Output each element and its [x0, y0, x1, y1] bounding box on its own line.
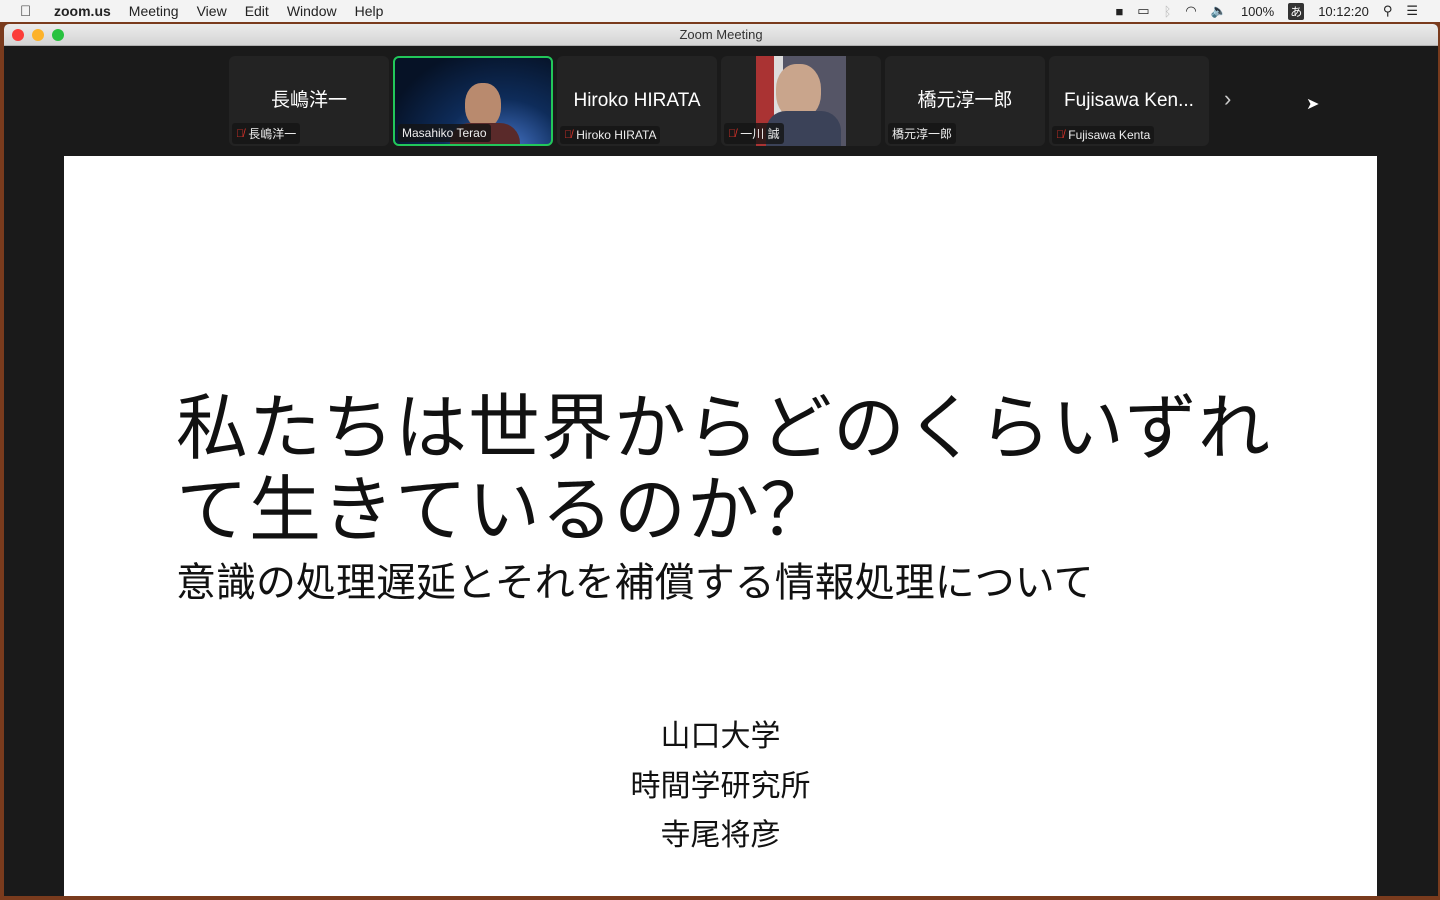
menu-help[interactable]: Help	[355, 3, 384, 19]
slide-affiliation-university: 山口大学	[660, 720, 781, 753]
participant-tile[interactable]: 橋元淳一郎 橋元淳一郎	[885, 56, 1045, 146]
participant-tile[interactable]: Fujisawa Ken... 🎙̸ Fujisawa Kenta	[1049, 56, 1209, 146]
wifi-icon[interactable]: ◠	[1185, 3, 1196, 19]
slide-author: 寺尾将彦	[660, 819, 781, 852]
participant-tile[interactable]: 長嶋洋一 🎙̸ 長嶋洋一	[229, 56, 389, 146]
participant-tile[interactable]: 🎙̸ 一川 誠	[721, 56, 881, 146]
name-label: 橋元淳一郎	[888, 123, 957, 144]
menu-meeting[interactable]: Meeting	[129, 3, 179, 19]
muted-mic-icon: 🎙̸	[1056, 129, 1065, 141]
next-page-chevron-icon[interactable]: ›	[1224, 86, 1231, 112]
participant-tile-active-speaker[interactable]: Masahiko Terao	[393, 56, 553, 146]
name-label: 🎙̸ Hiroko HIRATA	[560, 126, 661, 144]
input-method-icon[interactable]: あ	[1288, 2, 1305, 20]
battery-percent[interactable]: 100%	[1241, 4, 1274, 19]
participant-name: Masahiko Terao	[402, 126, 487, 140]
spotlight-search-icon[interactable]: ⚲	[1383, 3, 1393, 19]
participant-name: Fujisawa Kenta	[1068, 128, 1151, 142]
name-label: 🎙̸ 長嶋洋一	[232, 123, 301, 144]
participant-tile[interactable]: Hiroko HIRATA 🎙̸ Hiroko HIRATA	[557, 56, 717, 146]
participant-name: Hiroko HIRATA	[576, 128, 657, 142]
menu-edit[interactable]: Edit	[245, 3, 269, 19]
clock[interactable]: 10:12:20	[1318, 4, 1369, 19]
name-label: 🎙̸ Fujisawa Kenta	[1052, 126, 1155, 144]
muted-mic-icon: 🎙̸	[236, 127, 245, 140]
shared-screen-slide: 私たちは世界からどのくらいずれて生きているのか？ 意識の処理遅延とそれを補償する…	[64, 156, 1377, 896]
participant-name: 一川 誠	[740, 127, 780, 141]
participant-video	[465, 83, 501, 128]
window-title: Zoom Meeting	[679, 27, 763, 42]
participant-name: 長嶋洋一	[248, 127, 297, 141]
airplay-icon[interactable]: ▭	[1137, 3, 1149, 19]
menu-app[interactable]: zoom.us	[54, 3, 111, 19]
mouse-cursor-icon: ➤	[1306, 96, 1320, 113]
apple-icon[interactable]: 	[20, 3, 36, 20]
menu-view[interactable]: View	[197, 3, 227, 19]
muted-mic-icon: 🎙̸	[564, 129, 573, 141]
notification-center-icon[interactable]: ☰	[1406, 3, 1418, 19]
name-label: 🎙̸ 一川 誠	[724, 123, 784, 144]
slide-affiliation-institute: 時間学研究所	[630, 770, 811, 803]
title-bar: Zoom Meeting	[4, 24, 1438, 46]
slide-subtitle: 意識の処理遅延とそれを補償する情報処理について	[176, 561, 1094, 605]
muted-mic-icon: 🎙̸	[728, 127, 737, 140]
slide-title: 私たちは世界からどのくらいずれて生きているのか？	[176, 389, 1272, 551]
zoom-window: Zoom Meeting 長嶋洋一 🎙̸ 長嶋洋一 Masahiko Terao …	[4, 24, 1438, 896]
menu-bar:  zoom.us Meeting View Edit Window Help …	[0, 0, 1440, 22]
zoom-status-icon[interactable]: ■	[1115, 4, 1123, 19]
menu-window[interactable]: Window	[287, 3, 337, 19]
bluetooth-icon[interactable]: ᛒ	[1164, 4, 1172, 19]
volume-icon[interactable]: 🔈	[1211, 3, 1227, 19]
participant-name: 橋元淳一郎	[892, 127, 953, 141]
name-label: Masahiko Terao	[398, 124, 491, 142]
